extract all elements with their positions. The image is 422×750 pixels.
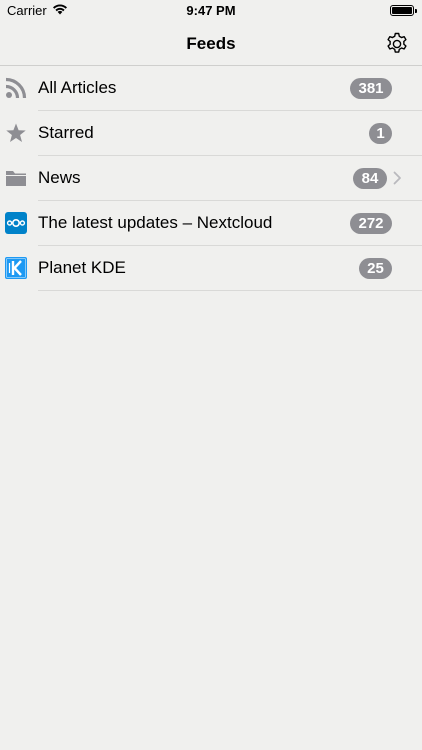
unread-count-badge: 84 [353,168,387,189]
navigation-bar: Feeds [0,22,422,66]
feed-label: Planet KDE [38,258,126,277]
feed-label: The latest updates – Nextcloud [38,213,273,232]
page-title: Feeds [186,34,236,53]
battery-cap [415,9,417,13]
chevron-right-icon [391,171,403,185]
feed-row-starred[interactable]: Starred 1 [0,111,422,156]
settings-button[interactable] [384,31,410,57]
feed-label: Starred [38,123,94,142]
feed-row-planet-kde[interactable]: Planet KDE 25 [0,246,422,291]
feed-row-news[interactable]: News 84 [0,156,422,201]
nextcloud-icon [5,212,27,234]
unread-count-badge: 381 [350,78,392,99]
status-bar: Carrier 9:47 PM [0,0,422,22]
feed-row-all-articles[interactable]: All Articles 381 [0,66,422,111]
unread-count-badge: 25 [359,258,392,279]
feed-row-nextcloud[interactable]: The latest updates – Nextcloud 272 [0,201,422,246]
feed-list: All Articles 381 Starred 1 News 84 The l… [0,66,422,291]
folder-icon [5,167,27,189]
battery-icon [390,5,417,16]
star-icon [5,122,27,144]
battery-level [392,7,412,14]
status-time: 9:47 PM [186,3,236,18]
unread-count-badge: 1 [369,123,392,144]
kde-icon [5,257,27,279]
rss-icon [5,77,27,99]
gear-icon [387,32,407,53]
feed-label: News [38,168,81,187]
feed-label: All Articles [38,78,117,97]
unread-count-badge: 272 [350,213,392,234]
